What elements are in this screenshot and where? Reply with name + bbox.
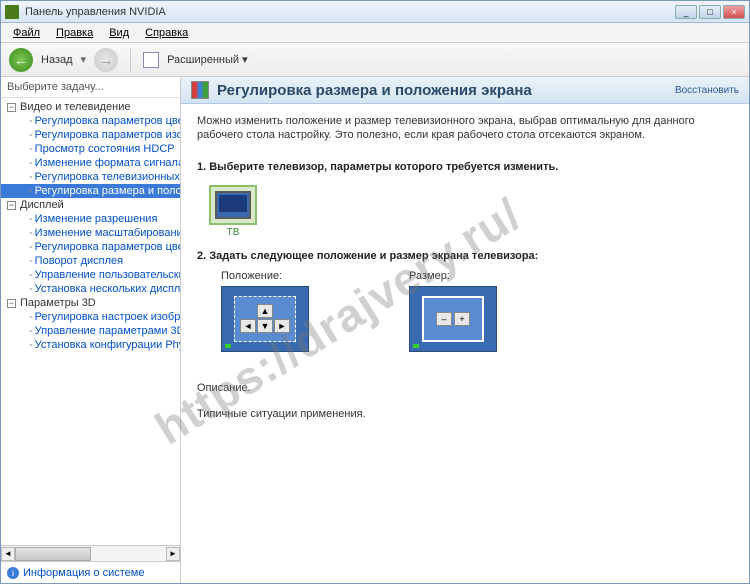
view-mode-icon[interactable] [143, 52, 159, 68]
move-up-button[interactable]: ▲ [257, 304, 273, 318]
tree-category[interactable]: −Дисплей [1, 198, 180, 212]
scroll-thumb[interactable] [15, 547, 91, 561]
tree-item[interactable]: -Просмотр состояния HDCP [1, 142, 180, 156]
minimize-button[interactable]: _ [675, 5, 697, 19]
tree-item[interactable]: -Регулировка параметров цвета рабоче [1, 240, 180, 254]
move-right-button[interactable]: ► [274, 319, 290, 333]
menu-help[interactable]: Справка [137, 25, 196, 41]
task-tree: −Видео и телевидение-Регулировка парамет… [1, 98, 180, 545]
menubar: Файл Правка Вид Справка [1, 23, 749, 43]
description-section: Описание. [181, 372, 749, 398]
nvidia-control-panel-window: Панель управления NVIDIA _ □ × Файл Прав… [0, 0, 750, 584]
page-header: Регулировка размера и положения экрана В… [181, 77, 749, 104]
size-control: Размер: – + [409, 270, 497, 352]
size-label: Размер: [409, 270, 497, 282]
sidebar: Выберите задачу... −Видео и телевидение-… [1, 77, 181, 583]
tree-item[interactable]: -Управление пользовательским разреше [1, 268, 180, 282]
tree-item[interactable]: -Установка нескольких дисплеев [1, 282, 180, 296]
tv-label: ТВ [209, 227, 257, 238]
move-down-button[interactable]: ▼ [257, 319, 273, 333]
window-title: Панель управления NVIDIA [25, 6, 675, 18]
menu-edit[interactable]: Правка [48, 25, 101, 41]
main-content: Регулировка размера и положения экрана В… [181, 77, 749, 583]
toolbar-separator [130, 48, 131, 72]
menu-file[interactable]: Файл [5, 25, 48, 41]
tv-selector[interactable]: ТВ [209, 185, 257, 238]
maximize-button[interactable]: □ [699, 5, 721, 19]
page-description: Можно изменить положение и размер телеви… [181, 104, 749, 153]
scroll-right-button[interactable]: ► [166, 547, 180, 561]
tree-item[interactable]: -Управление параметрами 3D [1, 324, 180, 338]
scroll-left-button[interactable]: ◄ [1, 547, 15, 561]
typical-usage-section: Типичные ситуации применения. [181, 398, 749, 424]
forward-button[interactable]: → [94, 48, 118, 72]
size-panel[interactable]: – + [409, 286, 497, 352]
tree-category[interactable]: −Видео и телевидение [1, 100, 180, 114]
back-label: Назад [41, 54, 73, 66]
tree-item[interactable]: -Регулировка параметров цвета для вид [1, 114, 180, 128]
sidebar-header: Выберите задачу... [1, 77, 180, 98]
tv-icon [215, 191, 251, 219]
step1-label: 1. Выберите телевизор, параметры которог… [181, 153, 749, 177]
sidebar-footer: i Информация о системе [1, 561, 180, 583]
page-title: Регулировка размера и положения экрана [217, 82, 667, 99]
move-left-button[interactable]: ◄ [240, 319, 256, 333]
toolbar: ← Назад ▾ → Расширенный ▾ [1, 43, 749, 77]
tree-item[interactable]: -Поворот дисплея [1, 254, 180, 268]
tree-item[interactable]: -Регулировка настроек изображения с пр [1, 310, 180, 324]
expand-toggle-icon[interactable]: − [7, 201, 16, 210]
led-icon [225, 344, 231, 348]
close-button[interactable]: × [723, 5, 745, 19]
view-mode-dropdown[interactable]: Расширенный ▾ [167, 53, 248, 66]
tree-item[interactable]: -Регулировка телевизионных параметро [1, 170, 180, 184]
step2-label: 2. Задать следующее положение и размер э… [181, 242, 749, 266]
size-increase-button[interactable]: + [454, 312, 470, 326]
titlebar[interactable]: Панель управления NVIDIA _ □ × [1, 1, 749, 23]
tree-item[interactable]: -Регулировка размера и положения экра [1, 184, 180, 198]
scroll-track[interactable] [15, 547, 166, 561]
position-control: Положение: ▲ ◄ ▼ ► [221, 270, 309, 352]
tree-item[interactable]: -Регулировка параметров изображения д [1, 128, 180, 142]
expand-toggle-icon[interactable]: − [7, 103, 16, 112]
feature-icon [191, 81, 209, 99]
position-label: Положение: [221, 270, 309, 282]
back-dropdown-icon[interactable]: ▾ [81, 53, 87, 66]
led-icon [413, 344, 419, 348]
sidebar-hscroll[interactable]: ◄ ► [1, 545, 180, 561]
restore-defaults-link[interactable]: Восстановить [675, 85, 739, 96]
back-button[interactable]: ← [9, 48, 33, 72]
tree-category[interactable]: −Параметры 3D [1, 296, 180, 310]
tree-item[interactable]: -Изменение формата сигнала или ТВЧ [1, 156, 180, 170]
position-panel[interactable]: ▲ ◄ ▼ ► [221, 286, 309, 352]
nvidia-icon [5, 5, 19, 19]
tree-item[interactable]: -Установка конфигурации PhysX [1, 338, 180, 352]
size-decrease-button[interactable]: – [436, 312, 452, 326]
system-info-link[interactable]: Информация о системе [23, 567, 144, 579]
tree-item[interactable]: -Изменение масштабирования для монит [1, 226, 180, 240]
menu-view[interactable]: Вид [101, 25, 137, 41]
info-icon: i [7, 567, 19, 579]
expand-toggle-icon[interactable]: − [7, 299, 16, 308]
tree-item[interactable]: -Изменение разрешения [1, 212, 180, 226]
